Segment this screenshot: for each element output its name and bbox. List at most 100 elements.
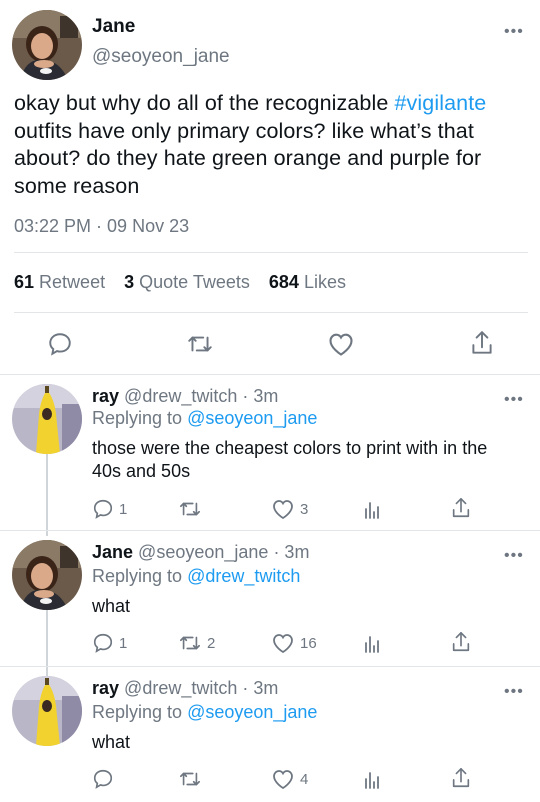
retweet-stat[interactable]: 61 Retweet — [14, 272, 105, 292]
reply-count: 1 — [119, 500, 128, 518]
like-icon — [273, 500, 293, 520]
reply-button[interactable] — [47, 331, 73, 357]
tweet-stats: 61 Retweet 3 Quote Tweets 684 Likes — [14, 272, 346, 293]
share-icon — [472, 331, 492, 354]
retweet-icon — [180, 502, 200, 516]
replying-to: Replying to @seoyeon_jane — [92, 408, 317, 429]
thread-line — [46, 452, 48, 536]
retweet-icon — [188, 336, 212, 352]
like-button[interactable]: 16 — [271, 632, 317, 654]
retweet-button[interactable] — [186, 331, 214, 357]
reply-time[interactable]: · 3m — [242, 678, 278, 698]
like-button[interactable]: 4 — [271, 768, 308, 790]
like-count: 3 — [300, 500, 309, 518]
avatar-ray[interactable] — [12, 384, 82, 454]
reply-text: what — [92, 732, 131, 752]
divider — [14, 312, 528, 313]
avatar-jane[interactable] — [12, 540, 82, 610]
more-icon[interactable]: ••• — [504, 392, 524, 408]
like-count: 4 — [300, 770, 309, 788]
likes-count: 684 — [268, 272, 299, 292]
retweet-label: Retweet — [39, 272, 106, 292]
more-icon[interactable]: ••• — [504, 684, 524, 700]
quote-count: 3 — [124, 272, 135, 292]
reply-count: 1 — [119, 634, 128, 652]
like-button[interactable] — [327, 331, 355, 357]
reply-author-handle[interactable]: @seoyeon_jane — [138, 542, 268, 562]
tweet-text: okay but why do all of the recognizable … — [14, 90, 529, 200]
reply-header: ray @drew_twitch · 3m — [92, 386, 278, 407]
more-icon[interactable]: ••• — [504, 24, 524, 40]
reply-icon — [93, 769, 113, 789]
reply-button[interactable] — [92, 768, 119, 790]
replying-to: Replying to @seoyeon_jane — [92, 702, 317, 723]
hashtag-link[interactable]: #vigilante — [394, 91, 486, 115]
likes-label: Likes — [303, 272, 346, 292]
share-icon — [452, 768, 470, 788]
replying-prefix: Replying to — [92, 408, 183, 428]
reply-time[interactable]: · 3m — [273, 542, 309, 562]
author-handle[interactable]: @seoyeon_jane — [92, 46, 230, 68]
reply-icon — [49, 333, 71, 356]
reply-header: Jane @seoyeon_jane · 3m — [92, 542, 309, 563]
like-count: 16 — [300, 634, 317, 652]
analytics-button[interactable] — [362, 768, 382, 790]
analytics-button[interactable] — [362, 632, 382, 654]
share-button[interactable] — [450, 630, 472, 654]
more-icon[interactable]: ••• — [504, 548, 524, 564]
reply-icon — [93, 499, 113, 519]
reply-header: ray @drew_twitch · 3m — [92, 678, 278, 699]
divider — [0, 666, 540, 667]
replying-to: Replying to @drew_twitch — [92, 566, 300, 587]
replying-to-link[interactable]: @seoyeon_jane — [187, 702, 317, 722]
retweet-icon — [180, 636, 200, 650]
quote-label: Quote Tweets — [139, 272, 250, 292]
analytics-icon — [365, 502, 379, 519]
reply-author-name[interactable]: ray — [92, 386, 119, 406]
retweet-count: 2 — [207, 634, 216, 652]
reply-time[interactable]: · 3m — [242, 386, 278, 406]
analytics-button[interactable] — [362, 498, 382, 520]
divider — [0, 374, 540, 375]
like-icon — [273, 634, 293, 654]
avatar-ray[interactable] — [12, 676, 82, 746]
replying-prefix: Replying to — [92, 566, 183, 586]
likes-stat[interactable]: 684 Likes — [269, 272, 346, 292]
replying-prefix: Replying to — [92, 702, 183, 722]
share-button[interactable] — [450, 766, 472, 790]
reply-icon — [93, 633, 113, 653]
retweet-count: 61 — [14, 272, 35, 292]
reply-author-handle[interactable]: @drew_twitch — [124, 386, 237, 406]
tweet-text-start: okay but why do all of the recognizable — [14, 91, 395, 115]
divider — [0, 530, 540, 531]
reply-author-name[interactable]: ray — [92, 678, 119, 698]
tweet-timestamp[interactable]: 03:22 PM · 09 Nov 23 — [14, 216, 189, 237]
replying-to-link[interactable]: @drew_twitch — [187, 566, 300, 586]
reply-text: what — [92, 596, 131, 616]
retweet-button[interactable] — [178, 768, 207, 790]
retweet-button[interactable] — [178, 498, 207, 520]
share-icon — [452, 632, 470, 652]
main-action-bar — [0, 328, 540, 360]
reply-author-name[interactable]: Jane — [92, 542, 133, 562]
like-button[interactable]: 3 — [271, 498, 308, 520]
reply-author-handle[interactable]: @drew_twitch — [124, 678, 237, 698]
analytics-icon — [365, 636, 379, 653]
reply-button[interactable]: 1 — [92, 498, 127, 520]
share-icon — [452, 498, 470, 518]
reply-button[interactable]: 1 — [92, 632, 127, 654]
share-button[interactable] — [450, 496, 472, 520]
quote-stat[interactable]: 3 Quote Tweets — [124, 272, 250, 292]
author-name[interactable]: Jane — [92, 16, 135, 38]
replying-to-link[interactable]: @seoyeon_jane — [187, 408, 317, 428]
reply-text: those were the cheapest colors to print … — [92, 438, 488, 481]
tweet-text-end: outfits have only primary colors? like w… — [14, 118, 482, 198]
share-button[interactable] — [469, 329, 495, 357]
divider — [14, 252, 528, 253]
avatar-jane[interactable] — [12, 10, 82, 80]
like-icon — [273, 770, 293, 790]
like-icon — [329, 333, 353, 356]
analytics-icon — [365, 772, 379, 789]
retweet-button[interactable]: 2 — [178, 632, 215, 654]
retweet-icon — [180, 772, 200, 786]
